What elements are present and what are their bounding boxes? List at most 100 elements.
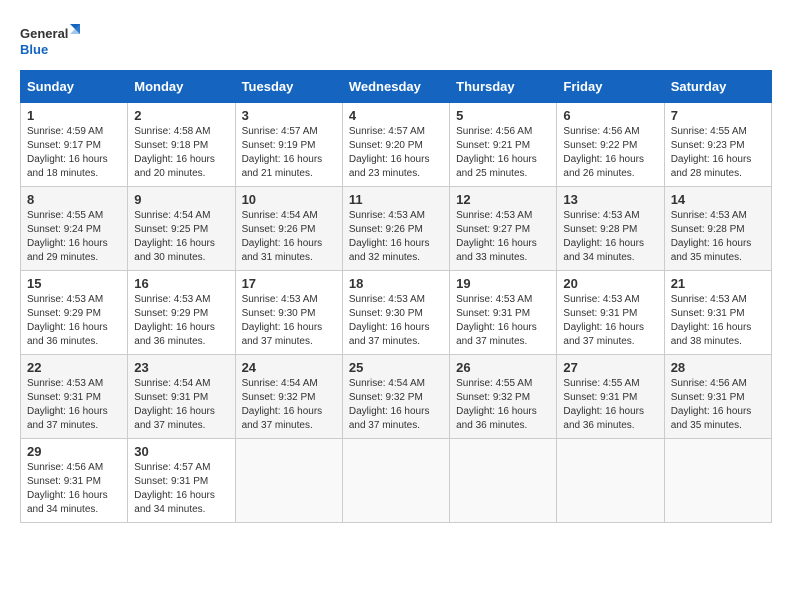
- day-number: 7: [671, 108, 765, 123]
- day-cell-29: 29 Sunrise: 4:56 AM Sunset: 9:31 PM Dayli…: [21, 439, 128, 523]
- day-cell-23: 23Sunrise: 4:54 AM Sunset: 9:31 PM Dayli…: [128, 355, 235, 439]
- day-cell-16: 16 Sunrise: 4:53 AM Sunset: 9:29 PM Dayli…: [128, 271, 235, 355]
- day-number: 3: [242, 108, 336, 123]
- day-cell-5: 5 Sunrise: 4:56 AM Sunset: 9:21 PM Daylig…: [450, 103, 557, 187]
- day-header-friday: Friday: [557, 71, 664, 103]
- day-cell-4: 4Sunrise: 4:57 AM Sunset: 9:20 PM Daylig…: [342, 103, 449, 187]
- day-info: Sunrise: 4:59 AM Sunset: 9:17 PM Dayligh…: [27, 125, 121, 181]
- week-row-2: 8 Sunrise: 4:55 AM Sunset: 9:24 PM Daylig…: [21, 187, 772, 271]
- day-cell-6: 6 Sunrise: 4:56 AM Sunset: 9:22 PM Daylig…: [557, 103, 664, 187]
- day-info: Sunrise: 4:53 AM Sunset: 9:31 PM Dayligh…: [671, 293, 765, 349]
- day-cell-20: 20 Sunrise: 4:53 AM Sunset: 9:31 PM Dayli…: [557, 271, 664, 355]
- day-info: Sunrise: 4:55 AM Sunset: 9:23 PM Dayligh…: [671, 125, 765, 181]
- day-number: 15: [27, 276, 121, 291]
- page-header: General Blue: [20, 20, 772, 64]
- day-number: 20: [563, 276, 657, 291]
- day-cell-13: 13 Sunrise: 4:53 AM Sunset: 9:28 PM Dayli…: [557, 187, 664, 271]
- day-number: 5: [456, 108, 550, 123]
- day-number: 18: [349, 276, 443, 291]
- day-cell-19: 19 Sunrise: 4:53 AM Sunset: 9:31 PM Dayli…: [450, 271, 557, 355]
- day-number: 30: [134, 444, 228, 459]
- day-info: Sunrise: 4:54 AM Sunset: 9:31 PM Dayligh…: [134, 377, 228, 433]
- day-cell-22: 22Sunrise: 4:53 AM Sunset: 9:31 PM Dayli…: [21, 355, 128, 439]
- day-header-thursday: Thursday: [450, 71, 557, 103]
- day-number: 24: [242, 360, 336, 375]
- day-info: Sunrise: 4:54 AM Sunset: 9:32 PM Dayligh…: [349, 377, 443, 433]
- day-info: Sunrise: 4:53 AM Sunset: 9:29 PM Dayligh…: [134, 293, 228, 349]
- day-info: Sunrise: 4:53 AM Sunset: 9:30 PM Dayligh…: [349, 293, 443, 349]
- day-number: 13: [563, 192, 657, 207]
- day-header-sunday: Sunday: [21, 71, 128, 103]
- day-cell-26: 26 Sunrise: 4:55 AM Sunset: 9:32 PM Dayli…: [450, 355, 557, 439]
- svg-text:Blue: Blue: [20, 42, 48, 57]
- day-cell-10: 10 Sunrise: 4:54 AM Sunset: 9:26 PM Dayli…: [235, 187, 342, 271]
- day-cell-18: 18 Sunrise: 4:53 AM Sunset: 9:30 PM Dayli…: [342, 271, 449, 355]
- day-number: 9: [134, 192, 228, 207]
- day-info: Sunrise: 4:53 AM Sunset: 9:30 PM Dayligh…: [242, 293, 336, 349]
- day-number: 17: [242, 276, 336, 291]
- day-info: Sunrise: 4:53 AM Sunset: 9:28 PM Dayligh…: [563, 209, 657, 265]
- day-info: Sunrise: 4:57 AM Sunset: 9:20 PM Dayligh…: [349, 125, 443, 181]
- day-header-monday: Monday: [128, 71, 235, 103]
- day-cell-28: 28 Sunrise: 4:56 AM Sunset: 9:31 PM Dayli…: [664, 355, 771, 439]
- day-info: Sunrise: 4:53 AM Sunset: 9:31 PM Dayligh…: [563, 293, 657, 349]
- day-header-tuesday: Tuesday: [235, 71, 342, 103]
- day-info: Sunrise: 4:55 AM Sunset: 9:24 PM Dayligh…: [27, 209, 121, 265]
- day-cell-17: 17 Sunrise: 4:53 AM Sunset: 9:30 PM Dayli…: [235, 271, 342, 355]
- day-info: Sunrise: 4:55 AM Sunset: 9:32 PM Dayligh…: [456, 377, 550, 433]
- svg-text:General: General: [20, 26, 68, 41]
- day-number: 11: [349, 192, 443, 207]
- day-cell-1: 1 Sunrise: 4:59 AM Sunset: 9:17 PM Daylig…: [21, 103, 128, 187]
- day-number: 16: [134, 276, 228, 291]
- day-number: 6: [563, 108, 657, 123]
- day-number: 22: [27, 360, 121, 375]
- day-cell-21: 21 Sunrise: 4:53 AM Sunset: 9:31 PM Dayli…: [664, 271, 771, 355]
- empty-cell: [235, 439, 342, 523]
- day-number: 26: [456, 360, 550, 375]
- day-info: Sunrise: 4:53 AM Sunset: 9:27 PM Dayligh…: [456, 209, 550, 265]
- day-info: Sunrise: 4:57 AM Sunset: 9:19 PM Dayligh…: [242, 125, 336, 181]
- day-cell-11: 11Sunrise: 4:53 AM Sunset: 9:26 PM Dayli…: [342, 187, 449, 271]
- day-cell-14: 14Sunrise: 4:53 AM Sunset: 9:28 PM Dayli…: [664, 187, 771, 271]
- day-info: Sunrise: 4:56 AM Sunset: 9:31 PM Dayligh…: [27, 461, 121, 517]
- day-cell-24: 24 Sunrise: 4:54 AM Sunset: 9:32 PM Dayli…: [235, 355, 342, 439]
- day-cell-8: 8 Sunrise: 4:55 AM Sunset: 9:24 PM Daylig…: [21, 187, 128, 271]
- day-cell-15: 15 Sunrise: 4:53 AM Sunset: 9:29 PM Dayli…: [21, 271, 128, 355]
- day-number: 14: [671, 192, 765, 207]
- calendar-table: SundayMondayTuesdayWednesdayThursdayFrid…: [20, 70, 772, 523]
- day-info: Sunrise: 4:56 AM Sunset: 9:22 PM Dayligh…: [563, 125, 657, 181]
- day-cell-3: 3 Sunrise: 4:57 AM Sunset: 9:19 PM Daylig…: [235, 103, 342, 187]
- day-cell-7: 7 Sunrise: 4:55 AM Sunset: 9:23 PM Daylig…: [664, 103, 771, 187]
- day-number: 19: [456, 276, 550, 291]
- day-cell-27: 27Sunrise: 4:55 AM Sunset: 9:31 PM Dayli…: [557, 355, 664, 439]
- day-cell-2: 2Sunrise: 4:58 AM Sunset: 9:18 PM Daylig…: [128, 103, 235, 187]
- day-number: 21: [671, 276, 765, 291]
- day-number: 12: [456, 192, 550, 207]
- empty-cell: [450, 439, 557, 523]
- day-number: 28: [671, 360, 765, 375]
- day-cell-25: 25 Sunrise: 4:54 AM Sunset: 9:32 PM Dayli…: [342, 355, 449, 439]
- day-cell-12: 12 Sunrise: 4:53 AM Sunset: 9:27 PM Dayli…: [450, 187, 557, 271]
- day-number: 2: [134, 108, 228, 123]
- day-info: Sunrise: 4:53 AM Sunset: 9:31 PM Dayligh…: [456, 293, 550, 349]
- day-info: Sunrise: 4:56 AM Sunset: 9:31 PM Dayligh…: [671, 377, 765, 433]
- day-number: 27: [563, 360, 657, 375]
- day-number: 1: [27, 108, 121, 123]
- day-number: 29: [27, 444, 121, 459]
- day-number: 8: [27, 192, 121, 207]
- day-number: 10: [242, 192, 336, 207]
- day-info: Sunrise: 4:56 AM Sunset: 9:21 PM Dayligh…: [456, 125, 550, 181]
- day-number: 25: [349, 360, 443, 375]
- week-row-3: 15 Sunrise: 4:53 AM Sunset: 9:29 PM Dayli…: [21, 271, 772, 355]
- day-info: Sunrise: 4:54 AM Sunset: 9:32 PM Dayligh…: [242, 377, 336, 433]
- empty-cell: [557, 439, 664, 523]
- day-info: Sunrise: 4:54 AM Sunset: 9:26 PM Dayligh…: [242, 209, 336, 265]
- day-info: Sunrise: 4:53 AM Sunset: 9:29 PM Dayligh…: [27, 293, 121, 349]
- logo: General Blue: [20, 20, 80, 64]
- week-row-4: 22Sunrise: 4:53 AM Sunset: 9:31 PM Dayli…: [21, 355, 772, 439]
- day-cell-9: 9 Sunrise: 4:54 AM Sunset: 9:25 PM Daylig…: [128, 187, 235, 271]
- day-header-saturday: Saturday: [664, 71, 771, 103]
- empty-cell: [664, 439, 771, 523]
- week-row-5: 29 Sunrise: 4:56 AM Sunset: 9:31 PM Dayli…: [21, 439, 772, 523]
- day-info: Sunrise: 4:54 AM Sunset: 9:25 PM Dayligh…: [134, 209, 228, 265]
